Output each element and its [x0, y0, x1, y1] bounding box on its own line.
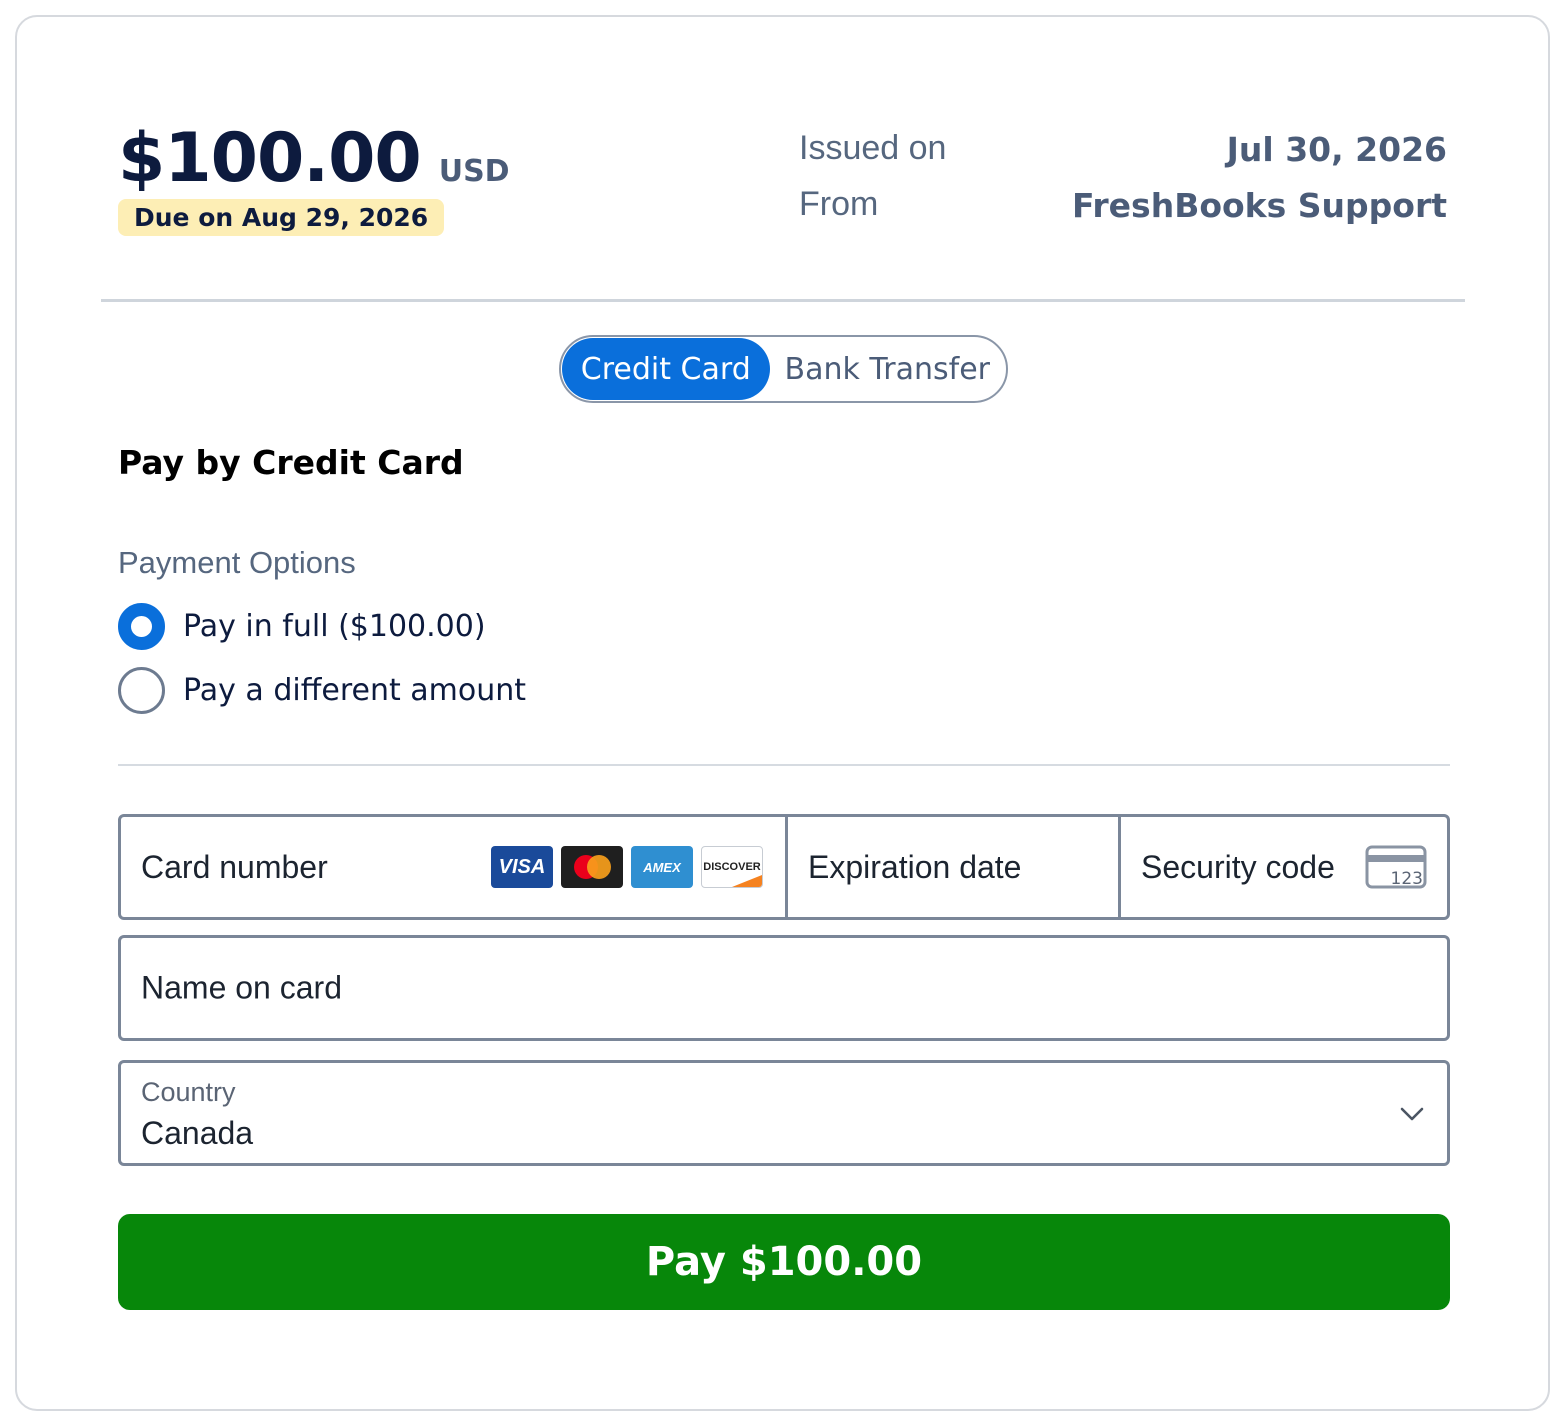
- country-select[interactable]: Country Canada: [118, 1060, 1450, 1166]
- due-date-badge: Due on Aug 29, 2026: [118, 199, 445, 236]
- name-on-card-placeholder: Name on card: [141, 969, 342, 1006]
- tab-bank-transfer[interactable]: Bank Transfer: [770, 338, 1005, 400]
- card-brands: VISA AMEX DISCOVER: [491, 846, 763, 888]
- amex-icon: AMEX: [631, 846, 693, 888]
- options-divider: [118, 764, 1450, 766]
- payment-method-toggle: Credit Card Bank Transfer: [559, 335, 1008, 403]
- mastercard-icon: [561, 846, 623, 888]
- security-code-field[interactable]: Security code 123: [1121, 817, 1447, 917]
- card-details-group: Card number VISA AMEX DISCOVER Expiratio…: [118, 814, 1450, 920]
- expiration-date-field[interactable]: Expiration date: [788, 817, 1121, 917]
- security-code-placeholder: Security code: [1141, 848, 1335, 885]
- option-pay-different-label: Pay a different amount: [183, 673, 527, 708]
- visa-icon: VISA: [491, 846, 553, 888]
- option-pay-full-label: Pay in full ($100.00): [183, 609, 486, 644]
- issued-value: Jul 30, 2026: [1226, 130, 1447, 169]
- option-pay-full[interactable]: Pay in full ($100.00): [118, 603, 486, 650]
- tab-credit-card[interactable]: Credit Card: [562, 338, 770, 400]
- payment-options-label: Payment Options: [118, 545, 356, 580]
- svg-text:123: 123: [1391, 869, 1423, 889]
- from-value: FreshBooks Support: [1071, 186, 1447, 225]
- header-divider: [101, 299, 1465, 302]
- card-number-placeholder: Card number: [141, 848, 328, 885]
- card-number-field[interactable]: Card number VISA AMEX DISCOVER: [121, 817, 788, 917]
- section-title: Pay by Credit Card: [118, 443, 464, 482]
- name-on-card-field[interactable]: Name on card: [118, 935, 1450, 1041]
- invoice-amount-row: $100.00 USD: [118, 119, 510, 198]
- issued-label: Issued on: [799, 129, 947, 167]
- expiration-placeholder: Expiration date: [808, 848, 1022, 885]
- chevron-down-icon: [1400, 1107, 1424, 1121]
- country-value: Canada: [141, 1115, 254, 1151]
- from-label: From: [799, 185, 879, 223]
- payment-card: $100.00 USD Due on Aug 29, 2026 Issued o…: [15, 15, 1550, 1411]
- cvc-card-icon: 123: [1365, 845, 1427, 889]
- option-pay-different[interactable]: Pay a different amount: [118, 667, 526, 714]
- radio-unchecked-icon[interactable]: [118, 667, 165, 714]
- invoice-currency: USD: [438, 154, 510, 189]
- country-label: Country: [141, 1077, 236, 1107]
- pay-button[interactable]: Pay $100.00: [118, 1214, 1450, 1310]
- discover-icon: DISCOVER: [701, 846, 763, 888]
- radio-checked-icon[interactable]: [118, 603, 165, 650]
- invoice-amount: $100.00: [118, 119, 422, 198]
